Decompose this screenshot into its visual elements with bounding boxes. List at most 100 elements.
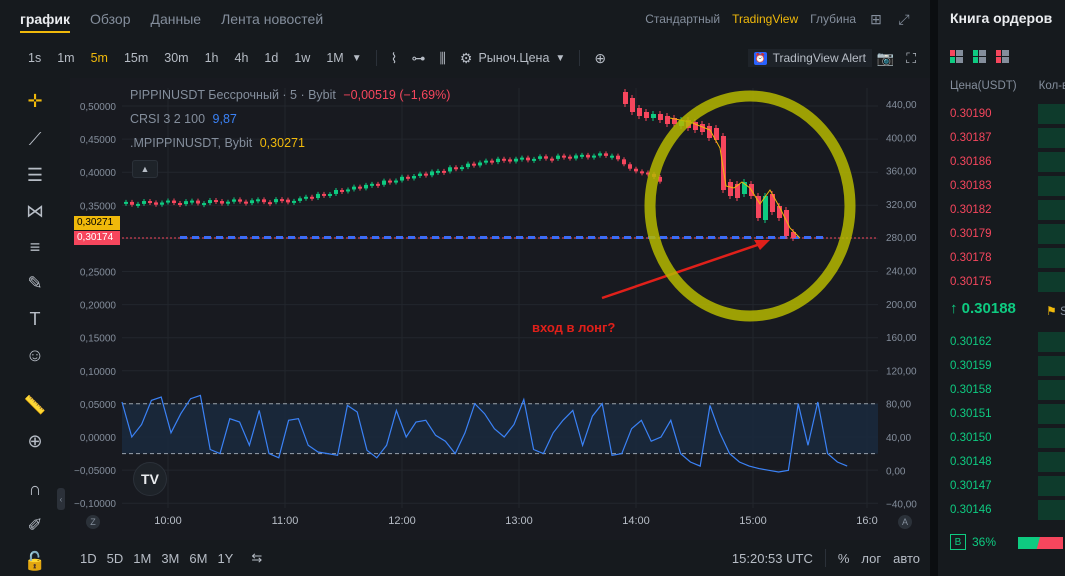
bid-row[interactable]: 0.30159: [950, 354, 1065, 378]
text-icon[interactable]: T: [22, 306, 48, 332]
timeframe-4h[interactable]: 4h: [235, 51, 249, 65]
ask-row[interactable]: 0.30179: [950, 222, 1065, 246]
tab-data[interactable]: Данные: [150, 11, 201, 27]
tradingview-alert-button[interactable]: ⏰ TradingView Alert: [747, 49, 872, 67]
book-asks-icon[interactable]: [996, 50, 1009, 63]
timeframe-15m[interactable]: 15m: [124, 51, 148, 65]
chart-area[interactable]: 0,500000,450000,400000,350000,300000,250…: [70, 78, 930, 540]
crosshair-icon[interactable]: ✛: [22, 88, 48, 114]
range-3m[interactable]: 3M: [161, 551, 179, 566]
book-both-icon[interactable]: [950, 50, 963, 63]
fullscreen-icon[interactable]: ⛶: [906, 50, 916, 67]
emoji-icon[interactable]: ☺: [22, 342, 48, 368]
range-6m[interactable]: 6M: [189, 551, 207, 566]
bid-row[interactable]: 0.30158: [950, 378, 1065, 402]
bid-row[interactable]: 0.30146: [950, 498, 1065, 522]
timeframe-1M[interactable]: 1M: [326, 51, 343, 65]
lock-drawing-icon[interactable]: ✐: [22, 512, 48, 538]
book-bids-icon[interactable]: [973, 50, 986, 63]
candle-body: [382, 180, 386, 185]
ask-row[interactable]: 0.30183: [950, 174, 1065, 198]
mark-price-dash: [708, 236, 715, 239]
timeframe-30m[interactable]: 30m: [164, 51, 188, 65]
tab-chart[interactable]: график: [20, 11, 71, 33]
timeframe-dropdown-icon[interactable]: ▼: [352, 53, 362, 64]
bid-row[interactable]: 0.30162: [950, 330, 1065, 354]
left-axis-z-button[interactable]: Z: [86, 515, 100, 529]
mark-price-dash: [540, 236, 547, 239]
candle-body: [490, 160, 494, 163]
tab-news[interactable]: Лента новостей: [221, 11, 323, 27]
drawing-toolbar: ✛ ⟋ ☰ ⋈ ≡ ✎ T ☺ 📏 ⊕ ∩ ✐ 🔓 ‹: [0, 78, 70, 576]
brush-icon[interactable]: ✎: [22, 270, 48, 296]
ask-row[interactable]: 0.30186: [950, 150, 1065, 174]
timeframe-1m[interactable]: 1m: [57, 51, 74, 65]
right-axis-a-button[interactable]: A: [898, 515, 912, 529]
timeframe-1d[interactable]: 1d: [264, 51, 278, 65]
zoom-in-icon[interactable]: ⊕: [22, 428, 48, 454]
mark-price-dash: [480, 236, 487, 239]
auto-toggle[interactable]: авто: [893, 551, 920, 566]
range-1d[interactable]: 1D: [80, 551, 97, 566]
ask-row[interactable]: 0.30187: [950, 126, 1065, 150]
bid-row[interactable]: 0.30147: [950, 474, 1065, 498]
mode-standard[interactable]: Стандартный: [645, 12, 720, 26]
tradingview-logo[interactable]: TV: [133, 462, 167, 496]
candle-body: [268, 202, 272, 205]
candles-icon[interactable]: ⫼: [439, 50, 445, 67]
timeframe-1w[interactable]: 1w: [294, 51, 310, 65]
legend-collapse-button[interactable]: ▲: [132, 160, 158, 178]
magnet-icon[interactable]: ∩: [22, 476, 48, 502]
ruler-icon[interactable]: 📏: [22, 392, 48, 418]
candle-body: [172, 200, 176, 204]
ask-row[interactable]: 0.30190: [950, 102, 1065, 126]
candle-body: [394, 180, 398, 183]
collapse-handle[interactable]: ‹: [57, 488, 65, 510]
price-type-dropdown-icon[interactable]: ▼: [555, 53, 565, 64]
tab-overview[interactable]: Обзор: [90, 11, 130, 27]
percent-toggle[interactable]: %: [838, 551, 850, 566]
trendline-icon[interactable]: ⟋: [22, 126, 48, 152]
qty-column-header: Кол-в: [1038, 80, 1065, 92]
ask-row[interactable]: 0.30175: [950, 270, 1065, 294]
horizontal-lines-icon[interactable]: ☰: [22, 162, 48, 188]
chart-type-icon[interactable]: ⌇: [391, 50, 398, 67]
add-icon[interactable]: ⊕: [594, 50, 606, 67]
ask-row[interactable]: 0.30182: [950, 198, 1065, 222]
mark-price-dash: [180, 236, 187, 239]
settings-gear-icon[interactable]: ⚙: [460, 50, 473, 67]
range-1m[interactable]: 1M: [133, 551, 151, 566]
range-1y[interactable]: 1Y: [217, 551, 233, 566]
utc-clock[interactable]: 15:20:53 UTC: [732, 551, 813, 566]
expand-icon[interactable]: ⤢: [896, 11, 912, 27]
candle-body: [208, 200, 212, 204]
timeframe-5m[interactable]: 5m: [91, 51, 108, 65]
timeframe-1h[interactable]: 1h: [205, 51, 219, 65]
bid-row[interactable]: 0.30148: [950, 450, 1065, 474]
time-axis-tick: 15:00: [739, 515, 767, 527]
bid-row[interactable]: 0.30151: [950, 402, 1065, 426]
price-type-select[interactable]: Рыноч.Цена: [478, 51, 549, 65]
layout-grid-icon[interactable]: ⊞: [868, 11, 884, 27]
tradingview-alert-label: TradingView Alert: [772, 51, 866, 65]
buy-ratio-badge: B: [950, 534, 966, 550]
mode-tradingview[interactable]: TradingView: [732, 12, 798, 26]
lock-icon[interactable]: 🔓: [22, 548, 48, 574]
log-toggle[interactable]: лог: [861, 551, 881, 566]
bid-row[interactable]: 0.30150: [950, 426, 1065, 450]
ask-price: 0.30179: [950, 228, 992, 240]
date-range-icon[interactable]: ⇆: [251, 550, 262, 566]
pattern-icon[interactable]: ⋈: [22, 198, 48, 224]
candle-body: [634, 168, 638, 172]
indicators-icon[interactable]: ⊶: [411, 50, 425, 67]
camera-icon[interactable]: 📷: [877, 50, 894, 67]
left-axis-tick: 0,00000: [80, 433, 117, 444]
ask-row[interactable]: 0.30178: [950, 246, 1065, 270]
mode-depth[interactable]: Глубина: [810, 12, 856, 26]
candle-body: [286, 199, 290, 203]
time-axis-tick: 10:00: [154, 515, 182, 527]
range-5d[interactable]: 5D: [107, 551, 124, 566]
timeframe-1s[interactable]: 1s: [28, 51, 41, 65]
fib-icon[interactable]: ≡: [22, 234, 48, 260]
candle-body: [298, 198, 302, 201]
